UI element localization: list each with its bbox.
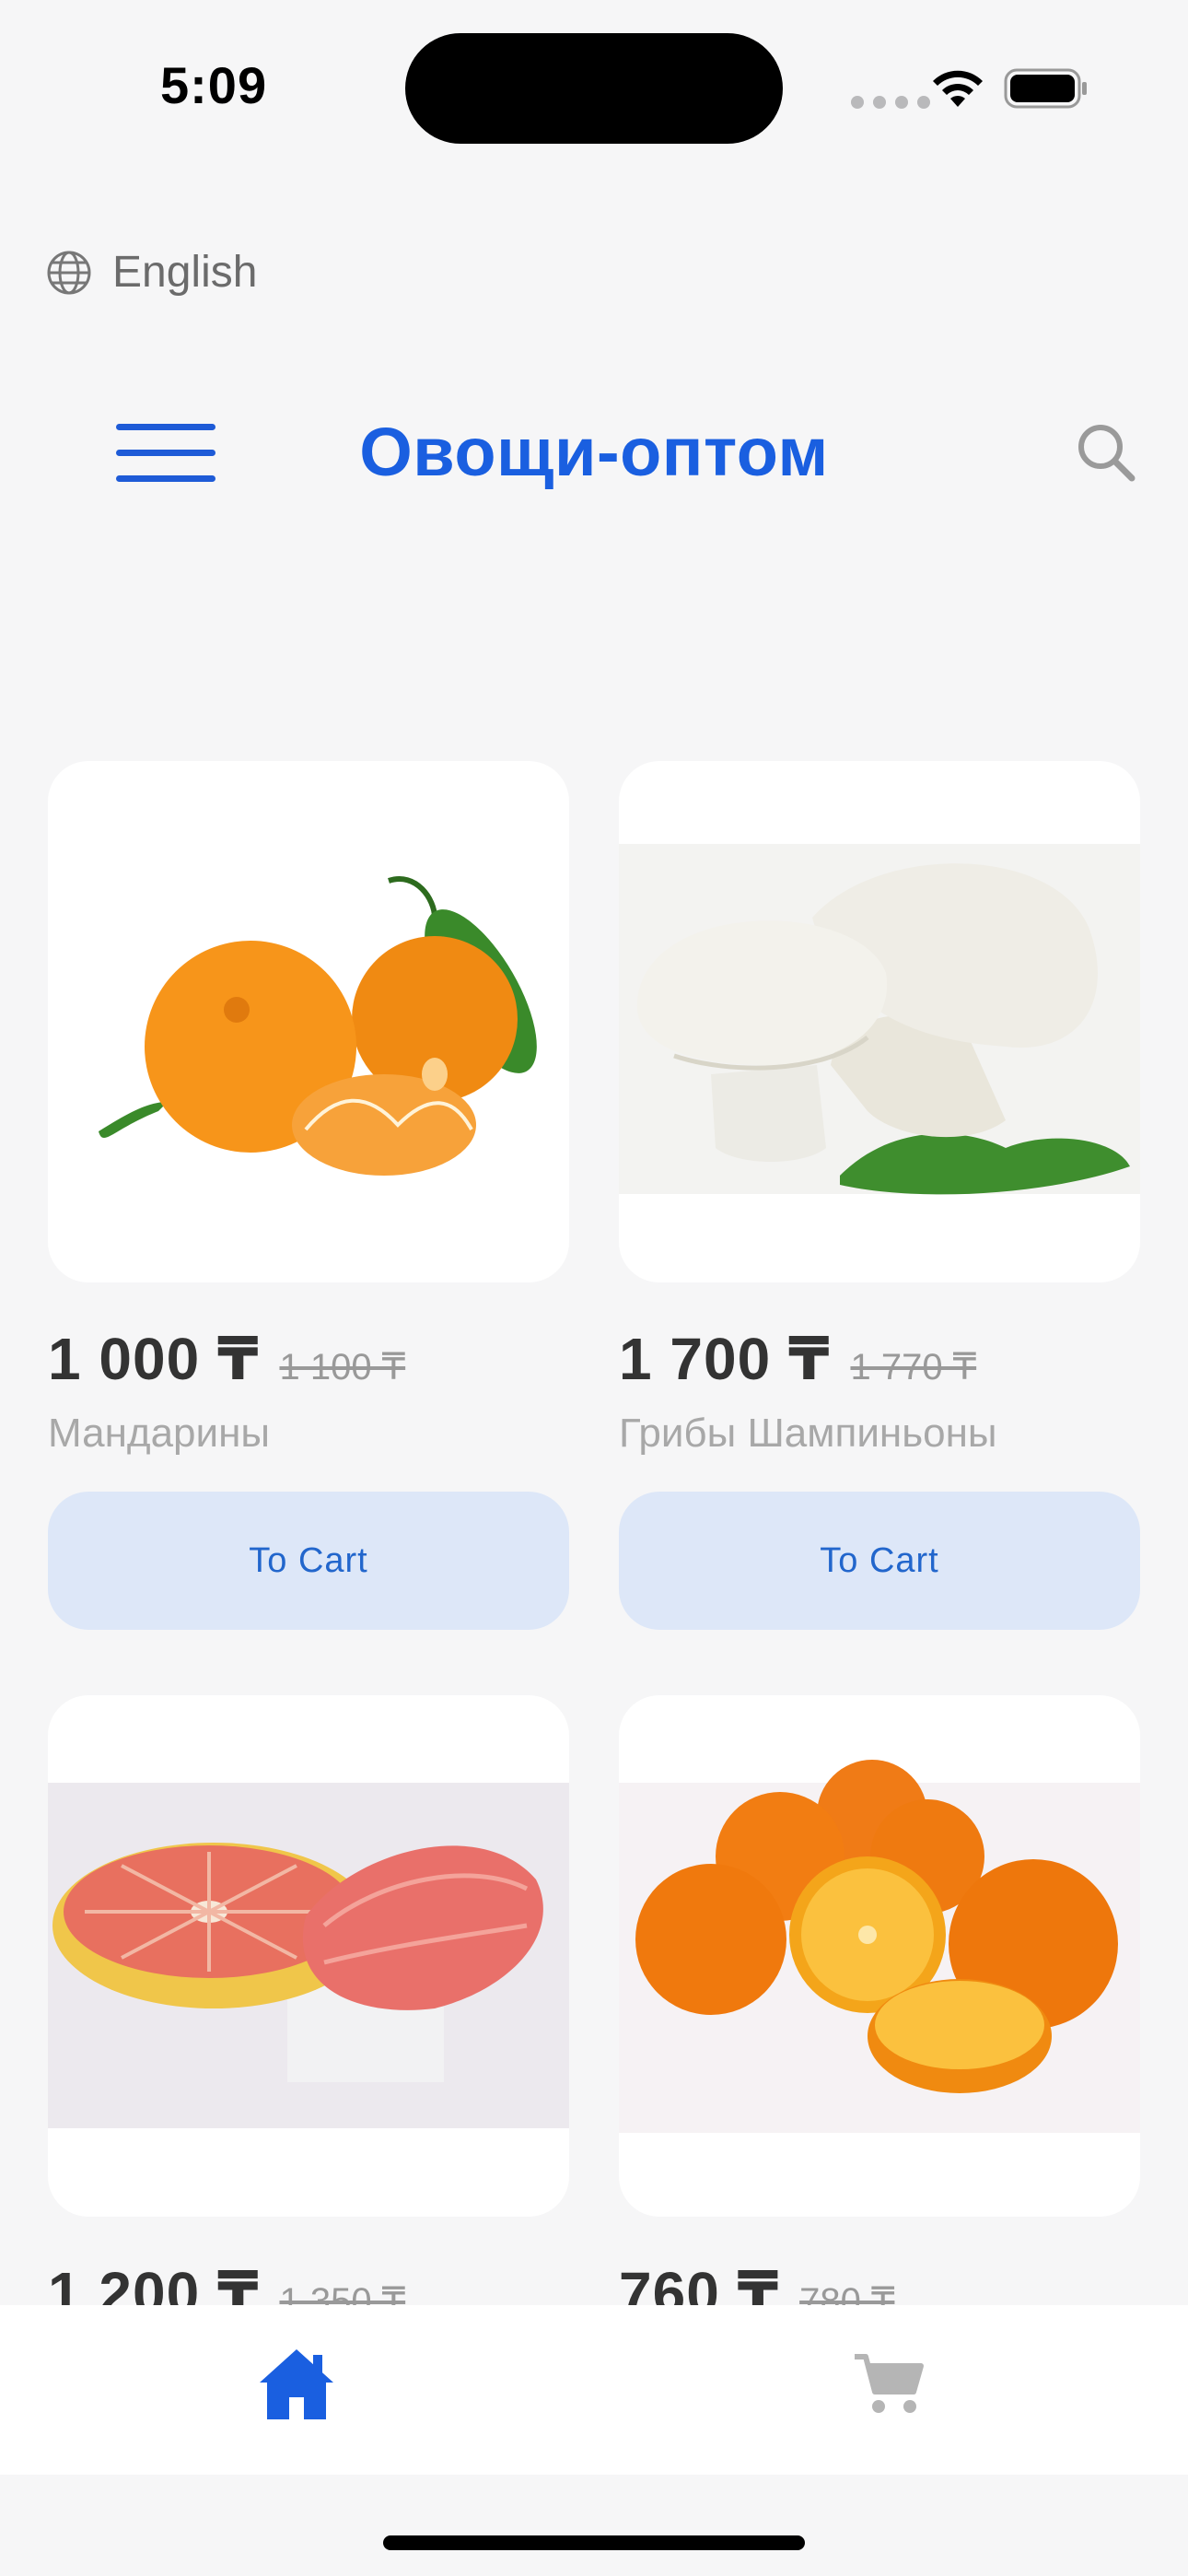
globe-icon — [47, 251, 91, 294]
product-card[interactable]: 760 ₸ 780 ₸ — [619, 1695, 1140, 2328]
language-label: English — [112, 248, 258, 297]
product-old-price: 1 770 ₸ — [850, 1347, 977, 1388]
battery-icon — [1004, 68, 1087, 109]
product-name: Грибы Шампиньоны — [619, 1411, 997, 1456]
status-time: 5:09 — [160, 56, 268, 114]
product-price: 1 000 ₸ — [48, 1326, 260, 1392]
wifi-icon — [933, 70, 983, 107]
to-cart-button[interactable]: To Cart — [619, 1492, 1140, 1630]
product-image-mushrooms[interactable] — [619, 761, 1140, 1282]
mushrooms-image — [619, 844, 1140, 1195]
home-indicator — [383, 2535, 805, 2550]
page-title: Овощи-оптом — [359, 414, 829, 490]
language-selector[interactable]: English — [46, 247, 257, 298]
product-price: 1 700 ₸ — [619, 1326, 831, 1392]
product-name: Мандарины — [48, 1411, 271, 1456]
product-image-oranges[interactable] — [619, 1695, 1140, 2217]
product-card[interactable]: 1 200 ₸ 1 350 ₸ — [48, 1695, 569, 2328]
tab-bar — [0, 2305, 1188, 2475]
product-card[interactable]: 1 000 ₸ 1 100 ₸ Мандарины To Cart — [48, 761, 569, 1630]
product-old-price: 1 100 ₸ — [279, 1347, 406, 1388]
to-cart-button[interactable]: To Cart — [48, 1492, 569, 1630]
dynamic-island — [405, 33, 783, 144]
signal-icon — [851, 96, 930, 109]
home-icon[interactable] — [258, 2346, 335, 2421]
product-image-tangerines[interactable] — [48, 761, 569, 1282]
tangerines-image — [99, 876, 537, 1176]
cart-icon[interactable] — [853, 2351, 925, 2416]
product-card[interactable]: 1 700 ₸ 1 770 ₸ Грибы Шампиньоны To Cart — [619, 761, 1140, 1630]
product-image-grapefruit[interactable] — [48, 1695, 569, 2217]
oranges-image — [619, 1760, 1140, 2133]
grapefruit-image — [48, 1783, 569, 2128]
search-icon[interactable] — [1076, 422, 1136, 483]
